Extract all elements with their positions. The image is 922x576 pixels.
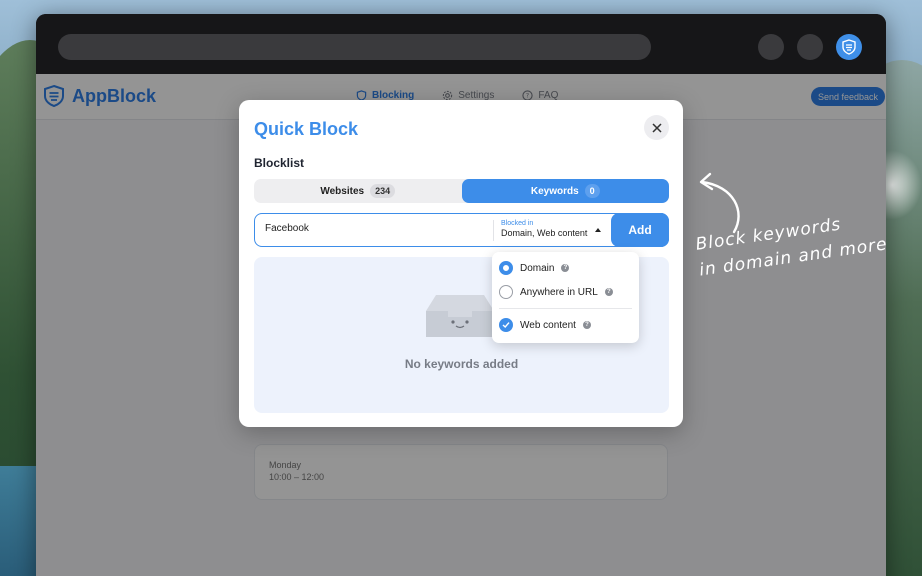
checkbox-checked-icon	[499, 318, 513, 332]
input-separator	[493, 220, 494, 241]
keywords-count-badge: 0	[584, 184, 600, 198]
appblock-logo-icon	[842, 39, 856, 55]
toolbar-button-1[interactable]	[758, 34, 784, 60]
caret-up-icon[interactable]	[595, 228, 601, 232]
add-button[interactable]: Add	[611, 213, 669, 247]
close-button[interactable]	[644, 115, 669, 140]
toolbar-button-2[interactable]	[797, 34, 823, 60]
blocked-in-label: Blocked in	[501, 220, 534, 227]
option-anywhere-in-url[interactable]: Anywhere in URL ?	[499, 285, 613, 299]
dropdown-divider	[499, 308, 632, 309]
appblock-extension-icon[interactable]	[836, 34, 862, 60]
modal-title: Quick Block	[254, 119, 359, 139]
close-icon	[651, 122, 662, 133]
address-bar[interactable]	[58, 34, 651, 60]
radio-selected-icon	[499, 261, 513, 275]
option-domain[interactable]: Domain ?	[499, 261, 570, 275]
blocklist-heading: Blocklist	[254, 156, 305, 170]
blocked-in-value: Domain, Web content	[501, 228, 588, 238]
keyword-input[interactable]	[265, 223, 485, 234]
help-icon[interactable]: ?	[561, 264, 570, 272]
radio-unselected-icon	[499, 285, 513, 299]
blocked-in-dropdown: Domain ? Anywhere in URL ? Web content ?	[492, 252, 639, 343]
help-icon[interactable]: ?	[582, 321, 591, 329]
browser-toolbar	[36, 14, 886, 74]
empty-tray-icon	[426, 295, 494, 337]
empty-state-text: No keywords added	[404, 357, 519, 371]
help-icon[interactable]: ?	[604, 288, 613, 296]
tab-websites[interactable]: Websites 234	[254, 179, 462, 203]
tab-keywords[interactable]: Keywords 0	[461, 179, 669, 203]
checkmark-icon	[502, 322, 510, 329]
keyword-input-row: Blocked in Domain, Web content	[254, 213, 669, 247]
blocklist-tabs: Websites 234 Keywords 0	[254, 179, 669, 203]
option-web-content[interactable]: Web content ?	[499, 318, 591, 332]
websites-count-badge: 234	[370, 184, 396, 198]
blocked-in-select[interactable]: Blocked in Domain, Web content	[501, 220, 587, 238]
